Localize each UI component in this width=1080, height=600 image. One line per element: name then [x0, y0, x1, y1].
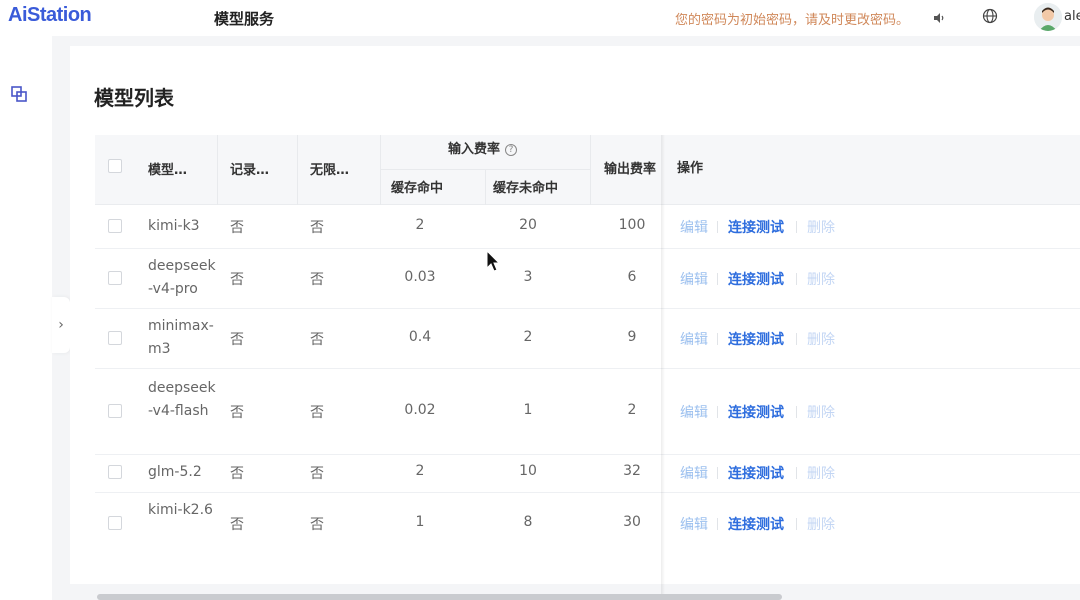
col-model[interactable]: 模型… [148, 159, 187, 178]
top-header: AiStation 模型服务 您的密码为初始密码，请及时更改密码。 ale [0, 0, 1080, 36]
record-value: 否 [230, 332, 244, 348]
cache-miss-value: 1 [523, 402, 533, 418]
layers-icon[interactable] [10, 85, 28, 103]
cache-miss-value: 3 [523, 269, 533, 285]
col-record[interactable]: 记录… [230, 159, 269, 178]
edit-button[interactable]: 编辑 [680, 514, 708, 534]
cache-hit-value: 2 [415, 217, 425, 233]
edit-button[interactable]: 编辑 [680, 463, 708, 483]
output-value: 6 [627, 269, 637, 285]
delete-button[interactable]: 删除 [807, 514, 835, 534]
record-value: 否 [230, 220, 244, 236]
table-row: kimi-k3 否 否 2 20 100 编辑 连接测试 删除 [95, 205, 1080, 249]
table-header: 模型… 记录… 无限… 输入费率? 缓存命中 缓存未命中 输出费率 操作 [95, 135, 1080, 205]
app-logo[interactable]: AiStation [8, 4, 92, 27]
record-value: 否 [230, 405, 244, 421]
model-name: deepseek-v4-pro [148, 258, 216, 297]
cache-miss-value: 2 [523, 329, 533, 345]
output-value: 9 [627, 329, 637, 345]
avatar[interactable] [1034, 3, 1062, 31]
col-cache-hit[interactable]: 缓存命中 [391, 177, 443, 196]
row-checkbox[interactable] [108, 404, 122, 418]
cache-hit-value: 0.4 [408, 329, 432, 345]
row-checkbox[interactable] [108, 331, 122, 345]
speaker-icon[interactable] [932, 11, 946, 25]
model-name: deepseek-v4-flash [148, 380, 216, 419]
connection-test-button[interactable]: 连接测试 [728, 514, 784, 534]
sidebar [0, 36, 52, 600]
cache-miss-value: 10 [519, 463, 537, 479]
unlimited-value: 否 [310, 332, 324, 348]
output-value: 30 [623, 514, 641, 530]
unlimited-value: 否 [310, 272, 324, 288]
mouse-cursor-icon [486, 250, 501, 272]
cache-miss-value: 8 [523, 514, 533, 530]
cache-hit-value: 0.03 [404, 269, 436, 285]
edit-button[interactable]: 编辑 [680, 217, 708, 237]
page-title: 模型服务 [214, 10, 275, 28]
unlimited-value: 否 [310, 405, 324, 421]
model-name: kimi-k2.6 [148, 502, 213, 518]
edit-button[interactable]: 编辑 [680, 402, 708, 422]
unlimited-value: 否 [310, 220, 324, 236]
table-row: glm-5.2 否 否 2 10 32 编辑 连接测试 删除 [95, 455, 1080, 493]
col-output-rate[interactable]: 输出费率 [604, 158, 656, 177]
model-table: 模型… 记录… 无限… 输入费率? 缓存命中 缓存未命中 输出费率 操作 kim… [95, 135, 1080, 600]
output-value: 32 [623, 463, 641, 479]
help-circle-icon[interactable]: ? [505, 144, 518, 156]
model-name: kimi-k3 [148, 218, 200, 234]
unlimited-value: 否 [310, 517, 324, 533]
cache-hit-value: 1 [415, 514, 425, 530]
model-name: minimax-m3 [148, 318, 214, 357]
connection-test-button[interactable]: 连接测试 [728, 269, 784, 289]
delete-button[interactable]: 删除 [807, 217, 835, 237]
cache-hit-value: 0.02 [404, 402, 436, 418]
output-value: 2 [627, 402, 637, 418]
cache-miss-value: 20 [519, 217, 537, 233]
record-value: 否 [230, 517, 244, 533]
row-checkbox[interactable] [108, 516, 122, 530]
globe-icon[interactable] [982, 8, 998, 24]
avatar-image [1034, 3, 1062, 31]
col-unlimited[interactable]: 无限… [310, 159, 349, 178]
row-checkbox[interactable] [108, 271, 122, 285]
delete-button[interactable]: 删除 [807, 463, 835, 483]
col-cache-miss[interactable]: 缓存未命中 [493, 177, 558, 196]
connection-test-button[interactable]: 连接测试 [728, 402, 784, 422]
table-row: deepseek-v4-pro 否 否 0.03 3 6 编辑 连接测试 删除 [95, 249, 1080, 309]
delete-button[interactable]: 删除 [807, 329, 835, 349]
content-panel: 模型列表 模型… 记录… 无限… 输入费率? 缓存命中 缓存未命中 输出费率 操… [70, 46, 1080, 600]
delete-button[interactable]: 删除 [807, 402, 835, 422]
col-input-rate: 输入费率? [448, 138, 518, 157]
edit-button[interactable]: 编辑 [680, 329, 708, 349]
record-value: 否 [230, 272, 244, 288]
fixed-column-shadow [661, 135, 665, 600]
username[interactable]: ale [1064, 9, 1080, 24]
horizontal-scrollbar[interactable] [97, 594, 782, 600]
input-rate-label: 输入费率 [448, 142, 501, 157]
cache-hit-value: 2 [415, 463, 425, 479]
record-value: 否 [230, 466, 244, 482]
connection-test-button[interactable]: 连接测试 [728, 463, 784, 483]
delete-button[interactable]: 删除 [807, 269, 835, 289]
table-row: kimi-k2.6 否 否 1 8 30 编辑 连接测试 删除 [95, 493, 1080, 555]
edit-button[interactable]: 编辑 [680, 269, 708, 289]
connection-test-button[interactable]: 连接测试 [728, 329, 784, 349]
row-checkbox[interactable] [108, 465, 122, 479]
model-name: glm-5.2 [148, 464, 202, 480]
col-actions: 操作 [677, 161, 704, 176]
table-row: deepseek-v4-flash 否 否 0.02 1 2 编辑 连接测试 删… [95, 369, 1080, 455]
sidebar-collapse-button[interactable]: › [52, 297, 70, 353]
unlimited-value: 否 [310, 466, 324, 482]
row-checkbox[interactable] [108, 219, 122, 233]
chevron-right-icon: › [58, 317, 64, 333]
password-notice: 您的密码为初始密码，请及时更改密码。 [675, 13, 910, 28]
connection-test-button[interactable]: 连接测试 [728, 217, 784, 237]
section-title: 模型列表 [94, 86, 174, 110]
table-row: minimax-m3 否 否 0.4 2 9 编辑 连接测试 删除 [95, 309, 1080, 369]
output-value: 100 [618, 217, 646, 233]
select-all-checkbox[interactable] [108, 159, 122, 173]
